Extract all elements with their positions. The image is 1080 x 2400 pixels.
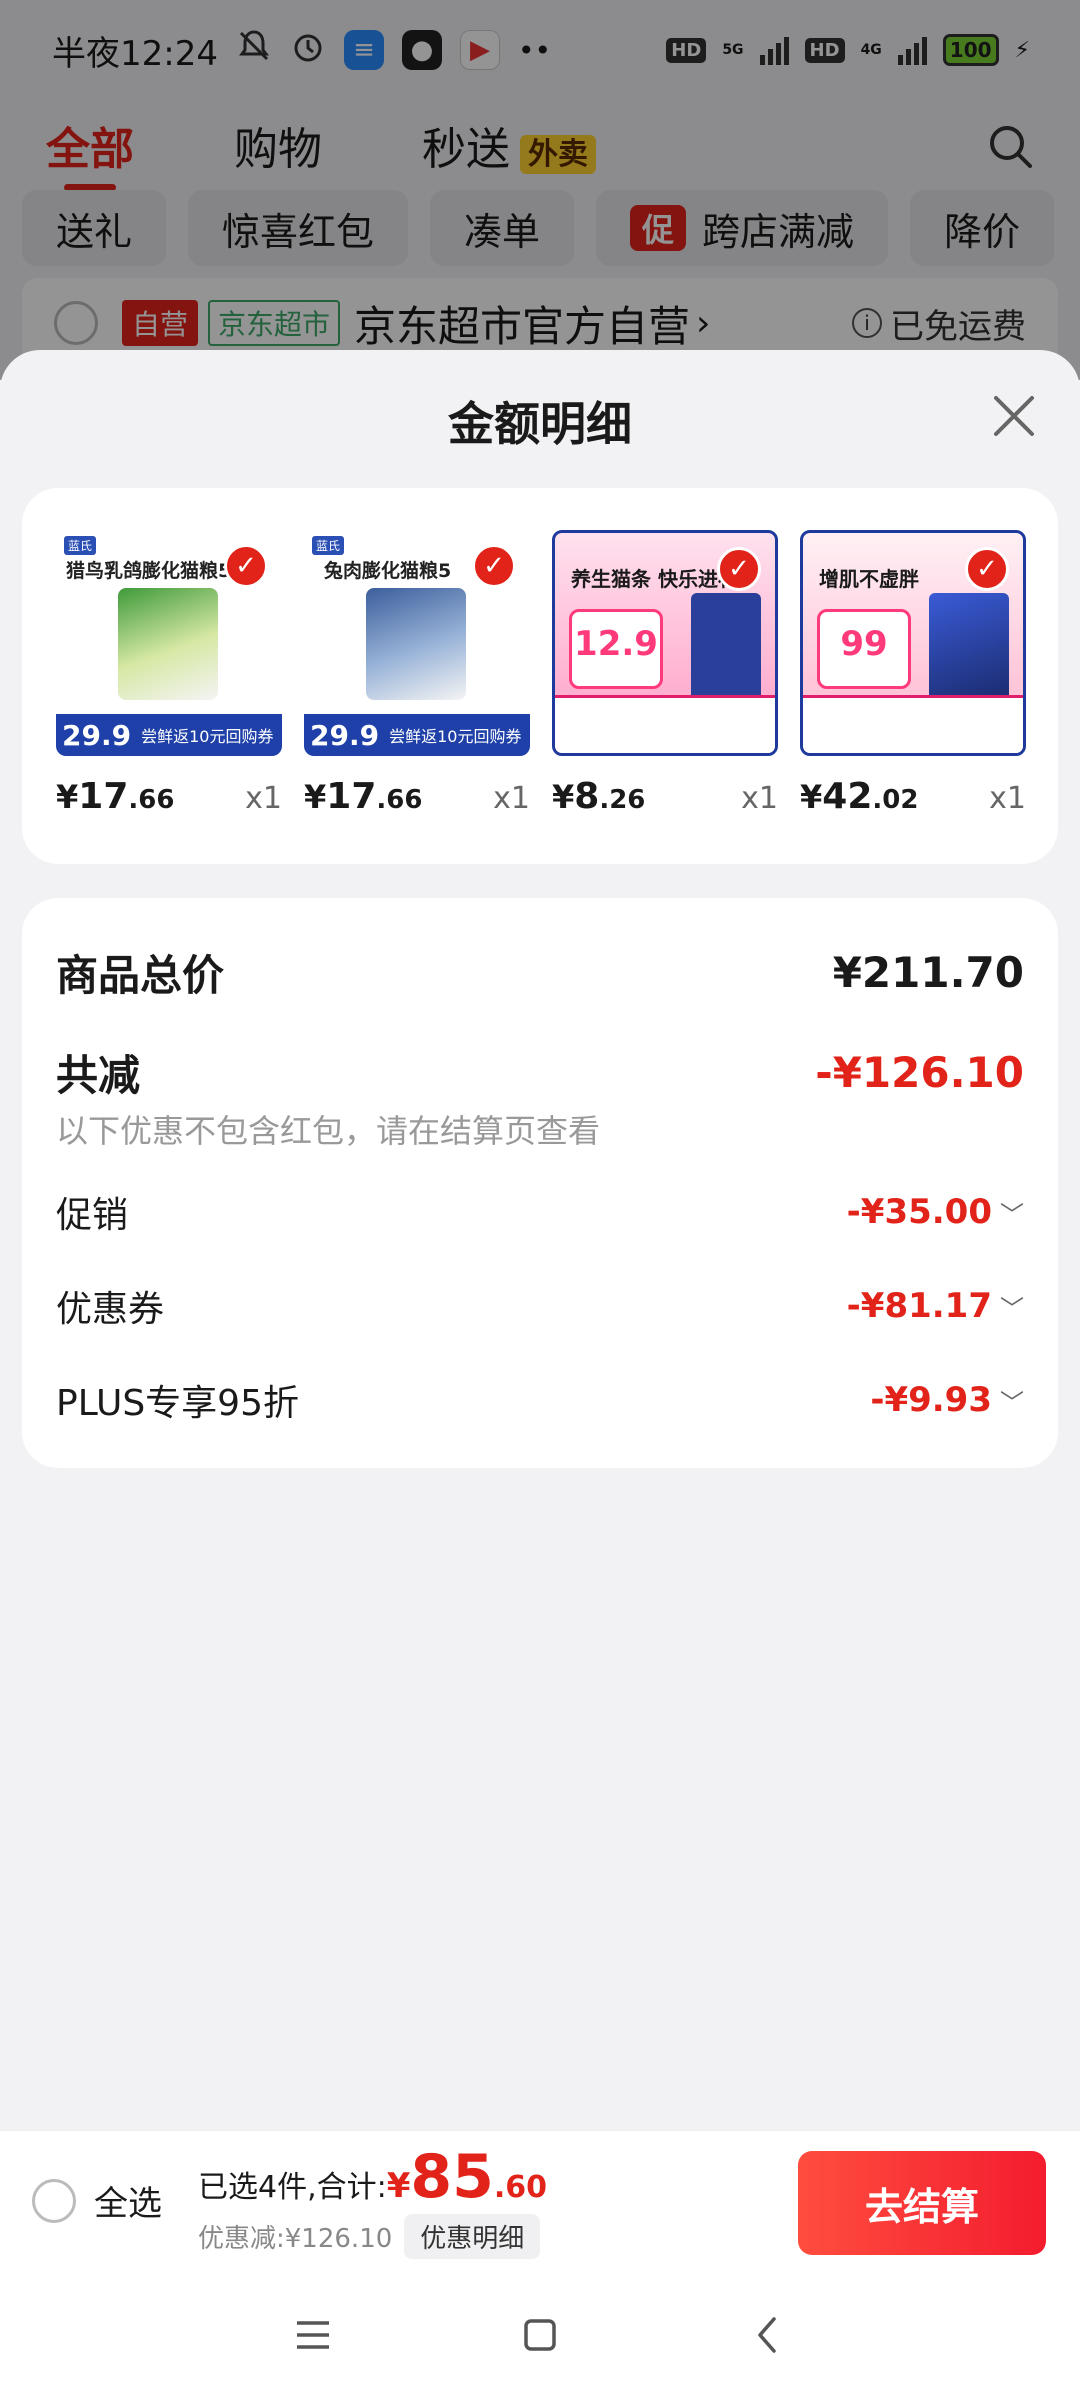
- discount-line-label: 优惠券: [56, 1289, 165, 1330]
- product-image: 养生猫条 快乐进补 12.9 ✓: [552, 530, 778, 756]
- checkmark-icon: ✓: [965, 547, 1009, 591]
- discount-line-label: PLUS专享95折: [56, 1383, 299, 1424]
- checkout-bar: 全选 已选4件,合计: ¥ 85 .60 优惠减:¥126.10 优惠明细 去结…: [0, 2130, 1080, 2270]
- product-item[interactable]: 蓝氏 兔肉膨化猫粮5 29.9 尝鲜返10元回购券 ✓ ¥ 17 .66 x1: [304, 530, 530, 817]
- discount-line-value: -¥9.93: [870, 1380, 992, 1420]
- product-package: [691, 593, 761, 703]
- discount-note: 以下优惠不包含红包，请在结算页查看: [56, 1112, 601, 1150]
- amount-detail-sheet: 金额明细 蓝氏 猎鸟乳鸽膨化猫粮5g 29.9 尝鲜返10元回购券 ✓ ¥ 17 …: [0, 350, 1080, 2130]
- banner-text: 尝鲜返10元回购券: [389, 727, 522, 746]
- total-price-value: ¥211.70: [832, 948, 1024, 997]
- product-image: 蓝氏 猎鸟乳鸽膨化猫粮5g 29.9 尝鲜返10元回购券 ✓: [56, 530, 282, 756]
- product-item[interactable]: 养生猫条 快乐进补 12.9 ✓ ¥ 8 .26 x1: [552, 530, 778, 817]
- price-symbol: ¥: [56, 778, 79, 816]
- discount-line-promotion[interactable]: 促销 -¥35.00 ﹀: [56, 1186, 1024, 1238]
- chevron-down-icon: ﹀: [1000, 1388, 1024, 1417]
- product-qty: x1: [741, 781, 778, 816]
- close-icon[interactable]: [988, 390, 1040, 442]
- discount-line-label: 促销: [56, 1195, 129, 1236]
- brand-logo: 蓝氏: [312, 536, 345, 555]
- price-symbol: ¥: [800, 778, 823, 816]
- home-icon[interactable]: [510, 2305, 570, 2365]
- checkmark-icon: ✓: [472, 544, 516, 588]
- select-all-radio[interactable]: [32, 2178, 76, 2223]
- discount-summary: 优惠减:¥126.10: [198, 2224, 393, 2254]
- product-title: 增肌不虚胖: [819, 567, 919, 591]
- product-package: [366, 588, 466, 700]
- product-banner: 29.9 尝鲜返10元回购券: [304, 714, 530, 756]
- price-decimal: .02: [872, 785, 919, 815]
- product-title: 猎鸟乳鸽膨化猫粮5g: [66, 560, 245, 582]
- discount-line-value: -¥35.00: [846, 1192, 992, 1232]
- price-summary-card: 商品总价 ¥211.70 共减 -¥126.10 以下优惠不包含红包，请在结算页…: [22, 898, 1058, 1468]
- price-integer: 17: [326, 776, 377, 817]
- price-integer: 17: [78, 776, 129, 817]
- banner-price: 29.9: [62, 718, 132, 752]
- total-price-label: 商品总价: [56, 951, 225, 1000]
- promo-price: 12.9: [569, 609, 663, 689]
- product-qty: x1: [493, 781, 530, 816]
- product-banner: [803, 695, 1023, 753]
- banner-text: 尝鲜返10元回购券: [141, 727, 274, 746]
- select-all-label[interactable]: 全选: [94, 2176, 162, 2225]
- discount-line-coupon[interactable]: 优惠券 -¥81.17 ﹀: [56, 1280, 1024, 1332]
- total-block: 已选4件,合计: ¥ 85 .60 优惠减:¥126.10 优惠明细: [198, 2142, 547, 2259]
- menu-icon[interactable]: [283, 2305, 343, 2365]
- product-item[interactable]: 增肌不虚胖 99 ✓ ¥ 42 .02 x1: [800, 530, 1026, 817]
- checkmark-icon: ✓: [224, 544, 268, 588]
- total-reduction-label: 共减: [56, 1051, 141, 1100]
- price-integer: 8: [574, 776, 600, 817]
- product-image: 蓝氏 兔肉膨化猫粮5 29.9 尝鲜返10元回购券 ✓: [304, 530, 530, 756]
- selected-count-text: 已选4件,合计:: [198, 2170, 387, 2205]
- price-decimal: .26: [599, 785, 646, 815]
- checkout-button[interactable]: 去结算: [798, 2151, 1046, 2255]
- checkmark-icon: ✓: [717, 547, 761, 591]
- total-symbol: ¥: [386, 2166, 411, 2206]
- total-decimal: .60: [493, 2170, 548, 2205]
- price-decimal: .66: [376, 785, 423, 815]
- product-qty: x1: [989, 781, 1026, 816]
- chevron-down-icon: ﹀: [1000, 1294, 1024, 1323]
- product-title: 兔肉膨化猫粮5: [324, 560, 452, 582]
- chevron-down-icon: ﹀: [1000, 1200, 1024, 1229]
- discount-detail-button[interactable]: 优惠明细: [404, 2214, 541, 2259]
- product-image: 增肌不虚胖 99 ✓: [800, 530, 1026, 756]
- product-qty: x1: [245, 781, 282, 816]
- total-integer: 85: [410, 2142, 494, 2212]
- system-nav-bar: [0, 2270, 1080, 2400]
- total-reduction-value: -¥126.10: [815, 1048, 1024, 1097]
- price-symbol: ¥: [304, 778, 327, 816]
- product-package: [118, 588, 218, 700]
- price-symbol: ¥: [552, 778, 575, 816]
- promo-price: 99: [817, 609, 911, 689]
- banner-price: 29.9: [310, 718, 380, 752]
- product-package: [929, 593, 1009, 703]
- brand-logo: 蓝氏: [64, 536, 97, 555]
- products-card: 蓝氏 猎鸟乳鸽膨化猫粮5g 29.9 尝鲜返10元回购券 ✓ ¥ 17 .66 x…: [22, 488, 1058, 864]
- dim-overlay[interactable]: [0, 0, 1080, 380]
- product-banner: [555, 695, 775, 753]
- discount-line-value: -¥81.17: [846, 1286, 992, 1326]
- discount-line-plus[interactable]: PLUS专享95折 -¥9.93 ﹀: [56, 1374, 1024, 1426]
- sheet-title: 金额明细: [448, 397, 632, 451]
- back-icon[interactable]: [737, 2305, 797, 2365]
- product-title: 养生猫条 快乐进补: [571, 567, 738, 591]
- price-integer: 42: [822, 776, 873, 817]
- price-decimal: .66: [128, 785, 175, 815]
- product-item[interactable]: 蓝氏 猎鸟乳鸽膨化猫粮5g 29.9 尝鲜返10元回购券 ✓ ¥ 17 .66 x…: [56, 530, 282, 817]
- product-banner: 29.9 尝鲜返10元回购券: [56, 714, 282, 756]
